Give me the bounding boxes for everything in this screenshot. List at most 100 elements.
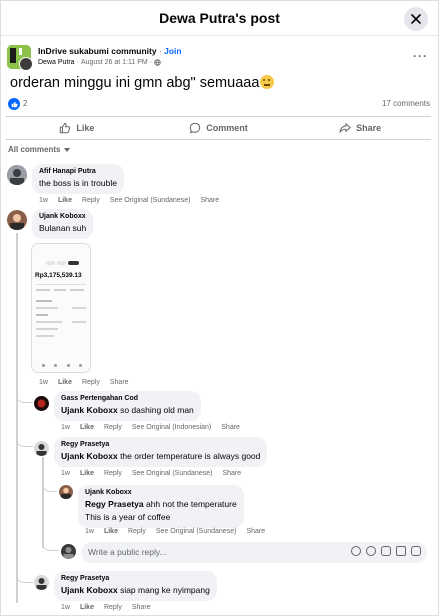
comment-text: so dashing old man	[120, 405, 194, 415]
comment-time[interactable]: 1w	[61, 604, 70, 611]
commenter-name[interactable]: Ujank Koboxx	[39, 213, 86, 220]
like-button[interactable]: Like	[6, 117, 148, 139]
more-options-button[interactable]: ···	[413, 49, 428, 63]
comment-reply-button[interactable]: Reply	[104, 604, 122, 611]
comment-reply-button[interactable]: Reply	[82, 197, 100, 204]
dialog-header: Dewa Putra's post	[1, 1, 438, 36]
see-original-link[interactable]: See Original (Sundanese)	[156, 528, 237, 535]
reaction-count[interactable]: 2	[23, 99, 27, 108]
comment-button[interactable]: Comment	[148, 117, 290, 139]
commenter-name[interactable]: Afif Hanapi Putra	[39, 168, 117, 175]
comment-text: the order temperature is always good	[120, 451, 261, 461]
mention-link[interactable]: Regy Prasetya	[85, 499, 144, 509]
current-user-avatar[interactable]	[61, 544, 76, 559]
mention-link[interactable]: Ujank Koboxx	[61, 585, 118, 595]
comment-like-button[interactable]: Like	[104, 528, 118, 535]
comment-icon	[190, 122, 201, 134]
comment-meta: 1w Like Reply Share	[39, 379, 129, 386]
sticker-icon[interactable]	[411, 546, 421, 556]
thread-line	[42, 457, 44, 548]
thread-connector	[42, 538, 59, 551]
caret-down-icon	[64, 147, 71, 152]
emoji-picker-icon[interactable]	[366, 546, 376, 556]
filter-label: All comments	[8, 145, 61, 154]
comment-text: the boss is in trouble	[39, 178, 117, 188]
comment-meta: 1w Like Reply See Original (Sundanese) S…	[85, 528, 265, 535]
author-avatar[interactable]	[19, 57, 33, 71]
dialog-title: Dewa Putra's post	[159, 10, 280, 26]
comment-share-button[interactable]: Share	[200, 197, 219, 204]
mention-link[interactable]: Ujank Koboxx	[61, 405, 118, 415]
comment-bubble: Ujank Koboxx Bulanan suh	[32, 209, 94, 239]
comment-reply-button[interactable]: Reply	[104, 470, 122, 477]
comment-time[interactable]: 1w	[39, 197, 48, 204]
share-icon	[339, 123, 351, 133]
comment-reply-button[interactable]: Reply	[128, 528, 146, 535]
gif-icon[interactable]	[396, 546, 406, 556]
like-reaction-icon[interactable]	[8, 98, 20, 110]
comment-like-button[interactable]: Like	[80, 424, 94, 431]
comment-text-line2: This is a year of coffee	[85, 512, 171, 522]
share-label: Share	[356, 123, 382, 133]
comment-share-button[interactable]: Share	[222, 470, 241, 477]
comment-time[interactable]: 1w	[39, 379, 48, 386]
comment-label: Comment	[206, 123, 248, 133]
avatar[interactable]	[34, 575, 49, 590]
comment-count[interactable]: 17 comments	[382, 99, 430, 108]
avatar[interactable]	[7, 210, 27, 230]
comment-image-attachment[interactable]: Rp3,175,539.13	[31, 243, 91, 373]
reply-bubble: Ujank Koboxx Regy Prasetya ahh not the t…	[78, 485, 244, 528]
comment-share-button[interactable]: Share	[110, 379, 129, 386]
avatar[interactable]	[34, 441, 49, 456]
see-original-link[interactable]: See Original (Sundanese)	[110, 197, 191, 204]
commenter-name[interactable]: Gass Pertengahan Cod	[61, 395, 194, 402]
share-button[interactable]: Share	[289, 117, 431, 139]
reply-bubble: Regy Prasetya Ujank Koboxx the order tem…	[54, 437, 268, 467]
globe-icon	[154, 59, 161, 66]
thread-line	[16, 233, 18, 603]
close-icon	[411, 14, 421, 24]
thread-connector	[42, 479, 57, 492]
group-name-link[interactable]: InDrive sukabumi community	[38, 46, 157, 56]
comment-bubble: Afif Hanapi Putra the boss is in trouble	[32, 164, 124, 194]
comment-time[interactable]: 1w	[61, 424, 70, 431]
close-button[interactable]	[404, 7, 428, 31]
commenter-name[interactable]: Ujank Koboxx	[85, 489, 237, 496]
comment-like-button[interactable]: Like	[80, 470, 94, 477]
comment-meta: 1w Like Reply See Original (Sundanese) S…	[39, 197, 219, 204]
mention-link[interactable]: Ujank Koboxx	[61, 451, 118, 461]
comment-like-button[interactable]: Like	[58, 197, 72, 204]
avatar-sticker-icon[interactable]	[351, 546, 361, 556]
comment-meta: 1w Like Reply See Original (Indonesian) …	[61, 424, 240, 431]
comment-like-button[interactable]: Like	[80, 604, 94, 611]
avatar[interactable]	[7, 165, 27, 185]
comment-share-button[interactable]: Share	[221, 424, 240, 431]
thumbs-up-icon	[60, 122, 71, 134]
author-name-link[interactable]: Dewa Putra	[38, 59, 75, 66]
avatar[interactable]	[34, 396, 49, 411]
comment-reply-button[interactable]: Reply	[82, 379, 100, 386]
comment-text: Bulanan suh	[39, 223, 87, 233]
comment-text: siap mang ke nyimpang	[120, 585, 210, 595]
comment-like-button[interactable]: Like	[58, 379, 72, 386]
comment-share-button[interactable]: Share	[246, 528, 265, 535]
see-original-link[interactable]: See Original (Indonesian)	[132, 424, 211, 431]
comment-time[interactable]: 1w	[85, 528, 94, 535]
comment-time[interactable]: 1w	[61, 470, 70, 477]
commenter-name[interactable]: Regy Prasetya	[61, 441, 260, 448]
comment-share-button[interactable]: Share	[132, 604, 151, 611]
join-group-link[interactable]: Join	[164, 46, 181, 56]
thread-connector	[16, 389, 33, 403]
avatar[interactable]	[59, 485, 73, 499]
comments-filter-dropdown[interactable]: All comments	[8, 145, 71, 154]
see-original-link[interactable]: See Original (Sundanese)	[132, 470, 213, 477]
commenter-name[interactable]: Regy Prasetya	[61, 575, 210, 582]
reply-input[interactable]: Write a public reply...	[81, 542, 427, 563]
post-date-link[interactable]: August 26 at 1:11 PM	[81, 59, 148, 66]
camera-icon[interactable]	[381, 546, 391, 556]
post-dialog: Dewa Putra's post InDrive sukabumi commu…	[0, 0, 439, 616]
comment-reply-button[interactable]: Reply	[104, 424, 122, 431]
post-header: InDrive sukabumi community · Join Dewa P…	[7, 45, 432, 71]
comment-text: ahh not the temperature	[145, 499, 237, 509]
like-label: Like	[76, 123, 95, 133]
